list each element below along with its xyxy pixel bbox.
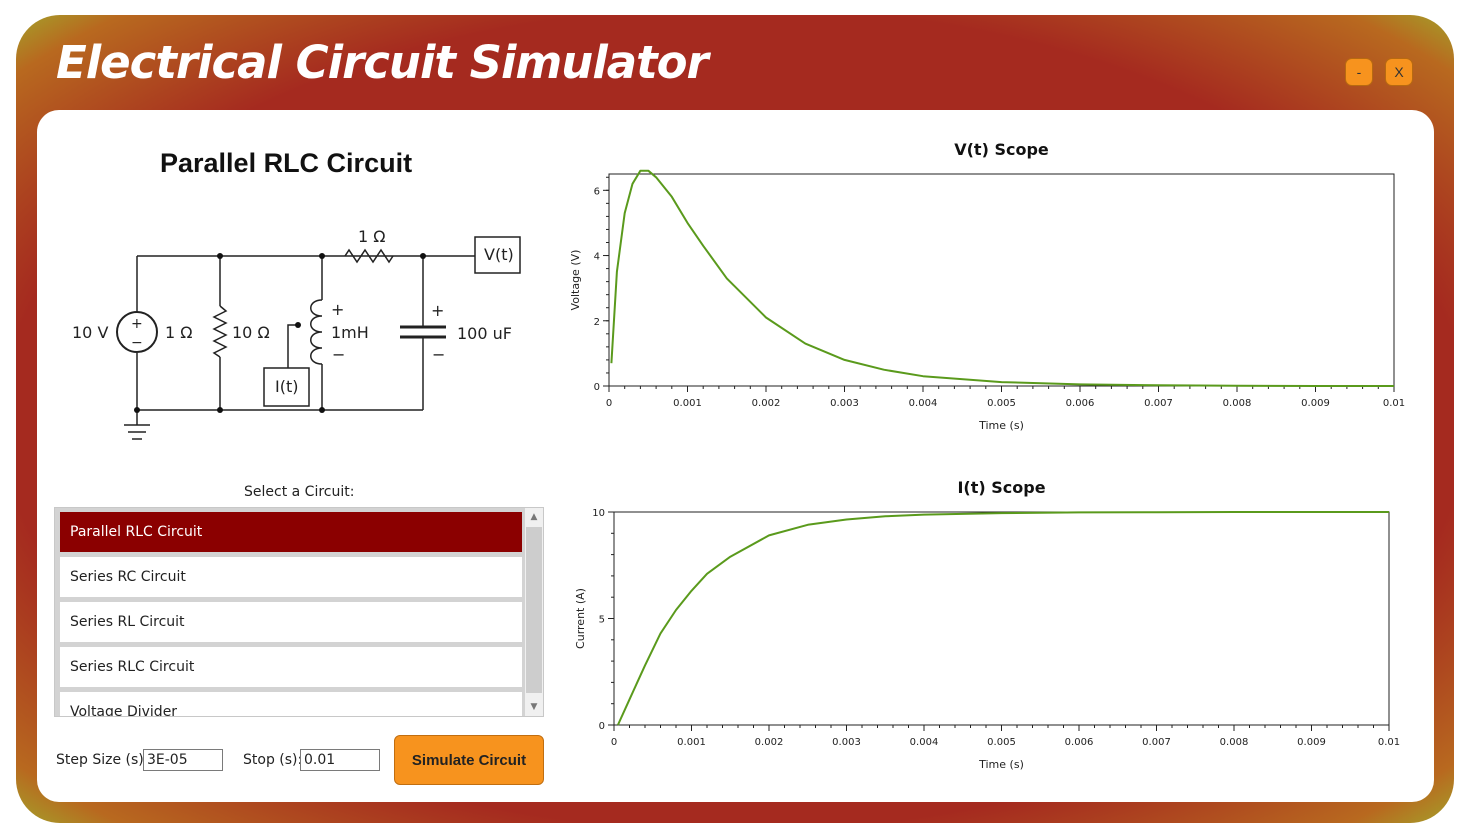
select-circuit-label: Select a Circuit: [244, 484, 355, 500]
source-resistor-label: 1 Ω [165, 323, 193, 342]
x-tick-label: 0.005 [987, 737, 1016, 748]
x-tick-label: 0.006 [1066, 398, 1095, 409]
list-item[interactable]: Series RL Circuit [60, 602, 522, 642]
x-tick-label: 0.001 [677, 737, 706, 748]
chart-title: V(t) Scope [954, 140, 1049, 159]
capacitor-label: 100 uF [457, 324, 512, 343]
list-item[interactable]: Parallel RLC Circuit [60, 512, 522, 552]
stop-time-input[interactable] [300, 749, 380, 771]
x-tick-label: 0.003 [830, 398, 859, 409]
scroll-up-icon[interactable]: ▲ [525, 508, 543, 526]
current-probe-label: I(t) [275, 377, 298, 396]
x-tick-label: 0.005 [987, 398, 1016, 409]
list-item[interactable]: Voltage Divider [60, 692, 522, 716]
x-tick-label: 0.008 [1220, 737, 1249, 748]
x-tick-label: 0.002 [752, 398, 781, 409]
x-tick-label: 0.007 [1144, 398, 1173, 409]
circuit-listbox[interactable]: Parallel RLC Circuit Series RC Circuit S… [54, 507, 544, 717]
scroll-down-icon[interactable]: ▼ [525, 698, 543, 716]
step-size-label: Step Size (s): [56, 752, 149, 768]
source-plus-label: + [131, 316, 143, 332]
parallel-resistor-label: 10 Ω [232, 323, 270, 342]
voltage-probe-label: V(t) [484, 245, 514, 264]
inductor-minus-label: − [332, 345, 345, 364]
y-tick-label: 0 [594, 382, 600, 393]
y-tick-label: 10 [592, 508, 605, 519]
y-tick-label: 4 [594, 252, 600, 263]
step-size-input[interactable] [143, 749, 223, 771]
source-minus-label: − [131, 335, 143, 351]
x-tick-label: 0.002 [755, 737, 784, 748]
chart-title: I(t) Scope [957, 478, 1045, 497]
x-tick-label: 0.001 [673, 398, 702, 409]
capacitor-plus-label: + [431, 301, 444, 320]
source-voltage-label: 10 V [72, 323, 108, 342]
series-resistor-label: 1 Ω [358, 227, 386, 246]
list-item[interactable]: Series RLC Circuit [60, 647, 522, 687]
minimize-button[interactable]: - [1345, 58, 1373, 86]
x-tick-label: 0.007 [1142, 737, 1171, 748]
x-tick-label: 0.008 [1223, 398, 1252, 409]
y-axis-label: Current (A) [574, 588, 587, 649]
y-tick-label: 6 [594, 186, 600, 197]
x-axis-label: Time (s) [978, 758, 1024, 771]
x-tick-label: 0.009 [1301, 398, 1330, 409]
x-tick-label: 0.01 [1378, 737, 1400, 748]
stop-time-label: Stop (s): [243, 752, 303, 768]
circuit-title: Parallel RLC Circuit [160, 148, 413, 178]
x-tick-label: 0.004 [909, 398, 938, 409]
x-tick-label: 0.01 [1383, 398, 1405, 409]
x-tick-label: 0.009 [1297, 737, 1326, 748]
inductor-plus-label: + [331, 300, 344, 319]
y-tick-label: 2 [594, 317, 600, 328]
voltage-scope-chart: V(t) Scope 0 0.001 0.002 0.003 0.004 0.005 0.00… [569, 140, 1405, 432]
inductor-label: 1mH [331, 323, 369, 342]
app-title: Electrical Circuit Simulator [56, 36, 709, 89]
capacitor-minus-label: − [432, 345, 445, 364]
x-tick-label: 0.004 [910, 737, 939, 748]
x-tick-label: 0.006 [1065, 737, 1094, 748]
simulate-circuit-button[interactable]: Simulate Circuit [394, 735, 544, 785]
x-tick-label: 0 [606, 398, 612, 409]
y-tick-label: 0 [599, 721, 605, 732]
x-axis-label: Time (s) [978, 419, 1024, 432]
y-tick-label: 5 [599, 615, 605, 626]
circuit-schematic: + − 10 V 1 Ω 10 Ω 1 Ω + 1mH − + 100 uF −… [72, 227, 521, 440]
plot-area [613, 511, 1390, 726]
list-item[interactable]: Series RC Circuit [60, 557, 522, 597]
x-tick-label: 0.003 [832, 737, 861, 748]
current-scope-chart: I(t) Scope 0 0.001 0.002 0.003 0.004 0.005 0.00… [574, 478, 1400, 771]
y-axis-label: Voltage (V) [569, 250, 582, 311]
listbox-scrollbar[interactable]: ▲ ▼ [525, 508, 543, 716]
x-tick-label: 0 [611, 737, 617, 748]
close-button[interactable]: X [1385, 58, 1413, 86]
scrollbar-thumb[interactable] [526, 527, 542, 693]
plot-area [608, 173, 1395, 387]
